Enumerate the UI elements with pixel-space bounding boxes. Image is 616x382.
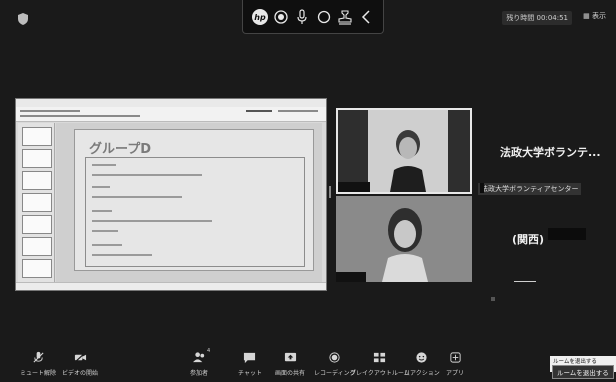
security-shield-icon[interactable] [18, 10, 28, 25]
start-video-button[interactable]: ビデオの開始 [62, 350, 98, 377]
stamp-icon[interactable] [336, 8, 354, 26]
svg-text:hp: hp [254, 13, 266, 22]
unmute-label: ミュート解除 [20, 370, 57, 377]
view-button[interactable]: ▦ 表示 [583, 11, 606, 21]
start-video-label: ビデオの開始 [62, 370, 99, 377]
reactions-button[interactable]: リアクション [404, 350, 440, 377]
circle-icon[interactable] [315, 8, 333, 26]
shared-window-ribbon [16, 107, 326, 122]
redaction-bar [480, 183, 484, 193]
unmute-button[interactable]: ミュート解除 [20, 350, 56, 377]
participants-icon [192, 350, 206, 364]
chat-label: チャット [238, 370, 262, 377]
slide-thumbnail [22, 193, 52, 212]
slide-canvas: グループD [56, 123, 322, 282]
reactions-label: リアクション [404, 370, 440, 377]
slide-textbox [85, 157, 305, 267]
participant-name-1: 法政大学ボランテ... [500, 146, 601, 159]
participant-video-1[interactable] [336, 108, 472, 194]
time-remaining-badge: 残り時間 00:04:51 [502, 11, 572, 25]
share-screen-icon [283, 350, 297, 364]
breakout-rooms-button[interactable]: ブレイクアウトルーム [350, 350, 410, 377]
mic-muted-icon [31, 350, 45, 364]
record-icon [328, 350, 342, 364]
video-off-icon [73, 350, 87, 364]
reaction-icon [415, 350, 429, 364]
slide-thumbnail [22, 259, 52, 278]
panel-splitter[interactable] [329, 186, 331, 198]
participant-subname-1: 法政大学ボランティアセンター [478, 183, 582, 195]
breakout-rooms-label: ブレイクアウトルーム [350, 370, 410, 377]
slide-thumbnail [22, 149, 52, 168]
breakout-icon [373, 350, 387, 364]
dot [491, 297, 495, 301]
slide-thumbnail [22, 171, 52, 190]
view-label: 表示 [592, 12, 606, 20]
participants-label: 参加者 [190, 370, 209, 377]
back-icon[interactable] [357, 8, 375, 26]
view-grid-icon: ▦ [583, 12, 590, 20]
divider [514, 281, 536, 282]
redaction-bar [548, 228, 586, 240]
name-plate-redacted [338, 182, 370, 192]
slide-thumbnail [22, 215, 52, 234]
timer-label: 残り時間 [506, 14, 535, 22]
leave-room-button[interactable]: ルームを退出する [552, 365, 614, 379]
participants-button[interactable]: 参加者 [190, 350, 208, 377]
apps-icon [448, 350, 462, 364]
participant-video-2[interactable] [336, 196, 472, 282]
share-screen-button[interactable]: 画面の共有 [275, 350, 305, 377]
slide-title: グループD [89, 142, 152, 157]
slide: グループD [74, 129, 314, 271]
chat-button[interactable]: チャット [238, 350, 262, 377]
slide-thumbnails-panel [18, 123, 55, 284]
shared-screen: グループD [15, 98, 327, 291]
timer-value: 00:04:51 [536, 14, 568, 22]
apps-button[interactable]: アプリ [446, 350, 464, 377]
participant-count: 4 [207, 348, 211, 354]
annotation-toolbar: hp [242, 0, 384, 34]
record-icon[interactable] [272, 8, 290, 26]
chat-icon [243, 350, 257, 364]
participant-name-2: (関西) [512, 233, 545, 246]
hp-logo-icon: hp [251, 8, 269, 26]
slide-thumbnail [22, 237, 52, 256]
meeting-toolbar: ミュート解除 ビデオの開始 参加者 4 チャット 画面の共有 レコーディング ブ… [0, 348, 616, 382]
apps-label: アプリ [446, 370, 465, 377]
slide-thumbnail [22, 127, 52, 146]
shared-window-statusbar [16, 282, 326, 290]
microphone-icon[interactable] [293, 8, 311, 26]
share-screen-label: 画面の共有 [275, 370, 306, 377]
name-plate-redacted [336, 272, 366, 282]
